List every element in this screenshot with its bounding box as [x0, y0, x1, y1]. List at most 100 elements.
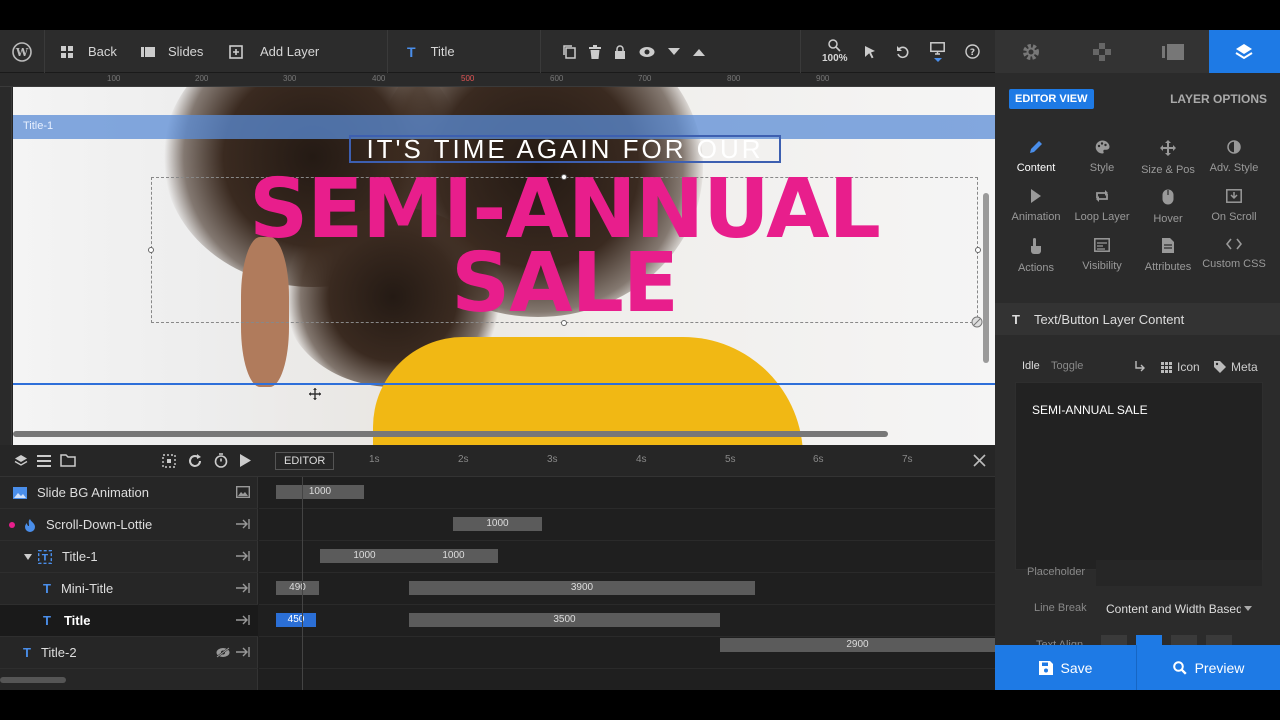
option-visibility[interactable]: Visibility: [1069, 238, 1135, 272]
play-icon[interactable]: [240, 454, 251, 467]
wordpress-button[interactable]: W: [12, 30, 32, 73]
option-attributes[interactable]: Attributes: [1135, 238, 1201, 273]
slides-icon: [141, 46, 155, 58]
editor-view-badge[interactable]: EDITOR VIEW: [1009, 89, 1094, 109]
slide-canvas[interactable]: Title-1 IT'S TIME AGAIN FOR OUR SEMI-ANN…: [13, 87, 995, 445]
arrow-to-end-icon[interactable]: [236, 518, 250, 530]
resize-handle-top[interactable]: [561, 174, 567, 180]
layers-icon[interactable]: [14, 454, 28, 468]
timeline-scrollbar[interactable]: [0, 677, 66, 683]
stopwatch-icon[interactable]: [214, 453, 228, 468]
layer-row[interactable]: T Mini-Title: [0, 573, 258, 605]
toggle-tab[interactable]: Toggle: [1051, 360, 1083, 372]
option-custom-css[interactable]: Custom CSS: [1201, 238, 1267, 270]
option-hover[interactable]: Hover: [1135, 189, 1201, 225]
text-content-editor[interactable]: SEMI-ANNUAL SALE: [1015, 382, 1263, 570]
caret-down-icon[interactable]: [668, 47, 680, 56]
option-size-pos[interactable]: Size & Pos: [1135, 140, 1201, 176]
select-area-icon[interactable]: [162, 454, 176, 468]
editor-mode-label[interactable]: EDITOR: [275, 452, 335, 470]
animation-bar[interactable]: 1000: [320, 549, 409, 563]
preview-button[interactable]: Preview: [1137, 645, 1280, 690]
placeholder-input[interactable]: [1096, 560, 1262, 586]
layer-row[interactable]: T Title-2: [0, 637, 258, 669]
option-label: Size & Pos: [1141, 164, 1195, 176]
editor-text: SEMI-ANNUAL SALE: [1032, 403, 1148, 417]
refresh-icon[interactable]: [188, 454, 202, 468]
icon-button-label: Icon: [1177, 360, 1200, 374]
horizontal-ruler: 100 200 300 400 500 600 700 800 900: [0, 73, 995, 87]
play-icon: [1031, 189, 1041, 203]
zoom-button[interactable]: 100%: [822, 30, 848, 73]
animation-bar[interactable]: 490: [276, 581, 319, 595]
arrow-to-end-icon[interactable]: [236, 614, 250, 626]
tab-layers[interactable]: [1208, 30, 1280, 73]
list-icon[interactable]: [37, 455, 51, 467]
option-animation[interactable]: Animation: [1003, 189, 1069, 223]
idle-tab[interactable]: Idle: [1022, 360, 1040, 372]
insert-meta-button[interactable]: Meta: [1214, 360, 1258, 374]
tab-navigation[interactable]: [1066, 30, 1137, 73]
trash-icon[interactable]: [589, 44, 601, 59]
option-content[interactable]: Content: [1003, 140, 1069, 174]
animation-bar-selected[interactable]: 450: [276, 613, 316, 627]
option-actions[interactable]: Actions: [1003, 238, 1069, 274]
lock-icon[interactable]: [614, 44, 626, 59]
palette-icon: [1095, 140, 1109, 154]
layer-name: Title: [63, 613, 91, 628]
layer-row[interactable]: Slide BG Animation: [0, 477, 258, 509]
help-icon[interactable]: ?: [965, 44, 980, 59]
animation-bar[interactable]: 1000: [453, 517, 542, 531]
tab-slide[interactable]: [1138, 30, 1209, 73]
preview-label: Preview: [1194, 659, 1245, 676]
arrow-to-end-icon[interactable]: [236, 550, 250, 562]
undo-icon[interactable]: [896, 45, 910, 59]
layer-row-selected[interactable]: T Title: [0, 605, 258, 637]
close-icon[interactable]: [973, 454, 986, 467]
collapse-caret-icon[interactable]: [24, 553, 32, 560]
move-icon: [1160, 140, 1176, 156]
option-loop-layer[interactable]: Loop Layer: [1069, 189, 1135, 223]
back-button[interactable]: Back: [61, 30, 117, 73]
option-on-scroll[interactable]: On Scroll: [1201, 189, 1267, 223]
mini-title-layer[interactable]: IT'S TIME AGAIN FOR OUR: [349, 135, 781, 163]
arrow-to-end-icon[interactable]: [236, 582, 250, 594]
time-tick: 7s: [902, 454, 913, 465]
guide-line[interactable]: [13, 383, 995, 385]
duplicate-icon[interactable]: [563, 44, 576, 59]
option-style[interactable]: Style: [1069, 140, 1135, 174]
add-layer-button[interactable]: Add Layer: [229, 30, 319, 73]
playhead[interactable]: [302, 477, 303, 690]
arrow-to-end-icon[interactable]: [236, 646, 250, 658]
canvas-horizontal-scrollbar[interactable]: [13, 431, 888, 437]
line-break-arrow-icon[interactable]: [1134, 361, 1145, 372]
rotate-handle-icon[interactable]: [971, 316, 983, 328]
folder-icon[interactable]: [60, 454, 76, 467]
animation-bar[interactable]: 1000: [409, 549, 498, 563]
resize-handle-right[interactable]: [975, 247, 981, 253]
background-image: [373, 337, 803, 445]
eye-slash-icon[interactable]: [216, 647, 230, 658]
insert-icon-button[interactable]: Icon: [1161, 360, 1200, 374]
option-adv-style[interactable]: Adv. Style: [1201, 140, 1267, 174]
save-button[interactable]: Save: [995, 645, 1137, 690]
layer-row[interactable]: T Title-1: [0, 541, 258, 573]
resize-handle-bottom[interactable]: [561, 320, 567, 326]
canvas-vertical-scrollbar[interactable]: [983, 193, 989, 363]
image-icon[interactable]: [236, 486, 250, 498]
animation-bar[interactable]: 3500: [409, 613, 720, 627]
animation-bar[interactable]: 1000: [276, 485, 364, 499]
animation-bar[interactable]: 3900: [409, 581, 755, 595]
pointer-icon[interactable]: [864, 45, 876, 59]
caret-up-icon[interactable]: [693, 48, 705, 56]
slides-button[interactable]: Slides: [141, 30, 203, 73]
eye-icon[interactable]: [639, 46, 655, 58]
desktop-icon[interactable]: [930, 41, 945, 62]
animation-bar[interactable]: 2900: [720, 638, 995, 652]
tab-settings[interactable]: [995, 30, 1066, 73]
resize-handle-left[interactable]: [148, 247, 154, 253]
layer-row[interactable]: Scroll-Down-Lottie: [0, 509, 258, 541]
title-layer[interactable]: SEMI-ANNUAL SALE: [151, 169, 978, 325]
current-layer-title[interactable]: T Title: [407, 30, 455, 73]
line-break-select[interactable]: Content and Width Based: [1096, 596, 1262, 622]
